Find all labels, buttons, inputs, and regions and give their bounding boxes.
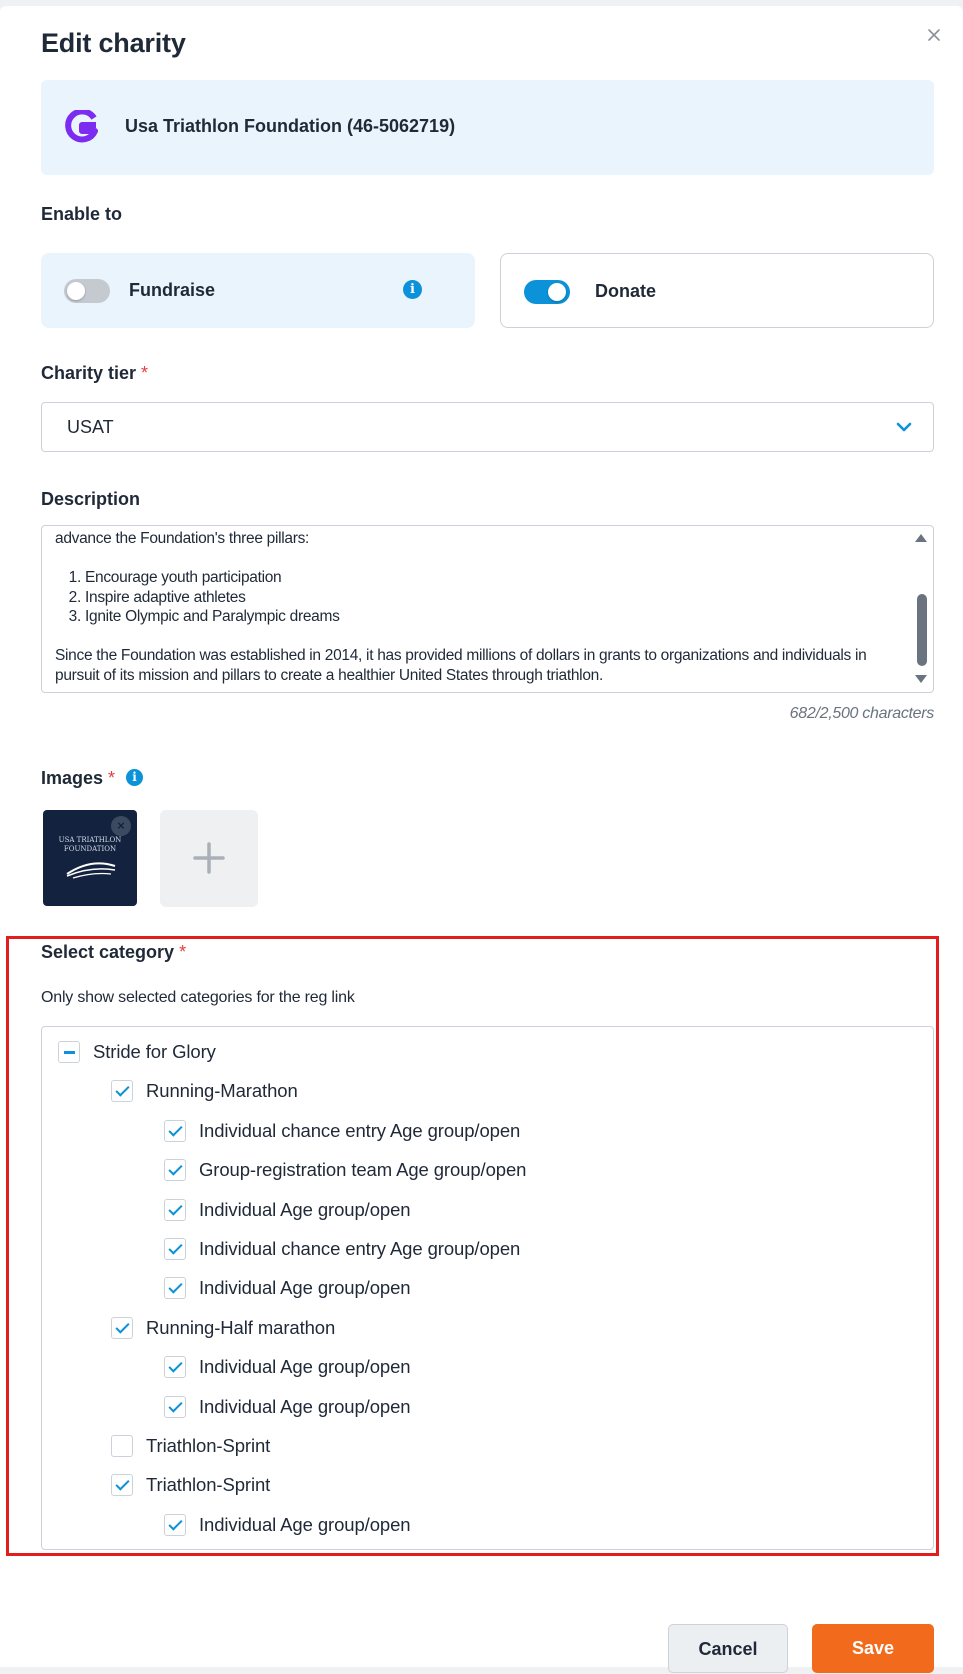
edit-charity-modal: Edit charity Usa Triathlon Foundation (4… [0, 6, 963, 1673]
pillar-item: Inspire adaptive athletes [85, 588, 900, 608]
fundraise-label: Fundraise [129, 280, 216, 300]
thumbnail-logo-text: USA TRIATHLON FOUNDATION [58, 836, 122, 853]
scrollbar-thumb[interactable] [917, 594, 927, 666]
remove-image-icon[interactable]: × [111, 816, 131, 836]
charity-name: Usa Triathlon Foundation (46-5062719) [125, 116, 456, 136]
scroll-down-arrow-icon[interactable] [915, 675, 927, 683]
description-line: advance the Foundation's three pillars: [55, 530, 310, 547]
charity-tier-value: USAT [67, 417, 114, 437]
scroll-up-arrow-icon[interactable] [915, 534, 927, 542]
selection-highlight [6, 936, 939, 1556]
description-paragraph: Since the Foundation was established in … [55, 647, 867, 684]
image-thumbnail[interactable]: × USA TRIATHLON FOUNDATION [43, 810, 137, 906]
charity-tier-select[interactable]: USAT [41, 402, 934, 452]
charity-card: Usa Triathlon Foundation (46-5062719) [41, 80, 934, 175]
fundraise-toggle[interactable] [64, 279, 110, 303]
cancel-button[interactable]: Cancel [668, 1624, 788, 1673]
donate-label: Donate [595, 281, 657, 301]
images-label: Images * [41, 768, 116, 788]
pillar-item: Ignite Olympic and Paralympic dreams [85, 607, 900, 627]
info-icon[interactable]: i [403, 280, 422, 299]
pillar-item: Encourage youth participation [85, 568, 900, 588]
plus-icon [193, 842, 225, 874]
chevron-down-icon [895, 418, 913, 436]
description-label: Description [41, 489, 141, 509]
add-image-button[interactable] [160, 810, 258, 907]
description-textarea[interactable]: advance the Foundation's three pillars: … [41, 525, 934, 693]
donate-toggle[interactable] [524, 280, 570, 304]
enable-to-label: Enable to [41, 204, 123, 224]
donate-toggle-card: Donate [500, 253, 934, 328]
foundation-logo-icon [66, 862, 116, 879]
fundraise-toggle-card: Fundraise i [41, 253, 475, 328]
info-icon[interactable]: i [126, 769, 143, 786]
modal-title: Edit charity [41, 28, 186, 58]
save-button[interactable]: Save [812, 1624, 934, 1673]
character-counter: 682/2,500 characters [789, 705, 935, 722]
charity-logo-icon [65, 108, 99, 144]
charity-tier-label: Charity tier * [41, 363, 149, 383]
close-icon[interactable] [925, 26, 943, 44]
